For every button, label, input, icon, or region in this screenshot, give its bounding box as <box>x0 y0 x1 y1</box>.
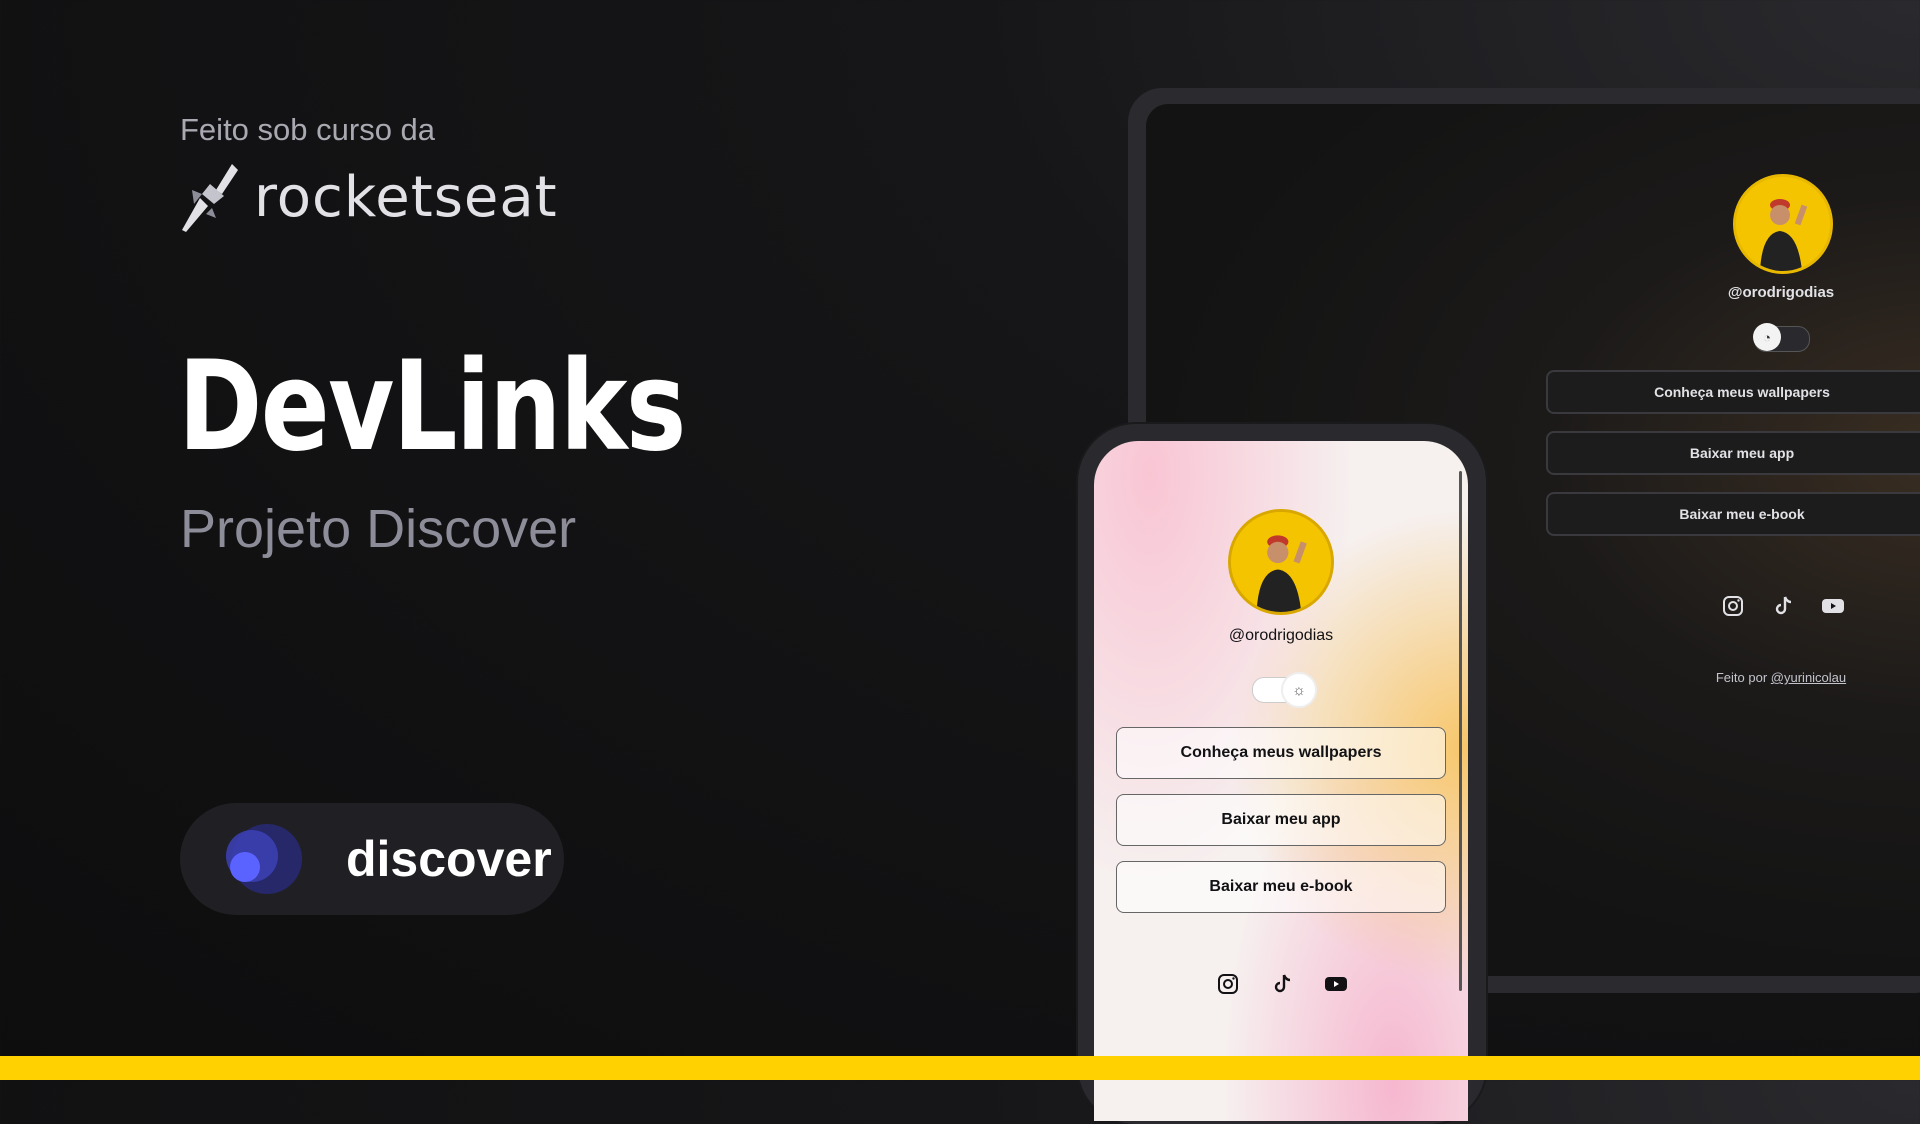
link-button-wallpapers[interactable]: Conheça meus wallpapers <box>1546 370 1920 414</box>
tiktok-icon[interactable] <box>1771 594 1795 618</box>
instagram-icon[interactable] <box>1216 972 1240 996</box>
link-button-ebook[interactable]: Baixar meu e-book <box>1546 492 1920 536</box>
youtube-icon[interactable] <box>1324 972 1348 996</box>
page-title: DevLinks <box>178 335 686 479</box>
link-button-app[interactable]: Baixar meu app <box>1546 431 1920 475</box>
social-links <box>1721 594 1845 618</box>
page-subtitle: Projeto Discover <box>180 499 577 559</box>
sun-icon: ☼ <box>1281 672 1317 708</box>
brand-wordmark: rocketseat <box>254 164 558 230</box>
moon-icon: ◔ <box>1753 323 1781 351</box>
social-links <box>1216 972 1348 996</box>
footer-credit: Feito por @yurinicolau <box>1666 670 1896 685</box>
phone-screen: @orodrigodias ☼ Conheça meus wallpapers … <box>1094 441 1468 1121</box>
link-button-wallpapers[interactable]: Conheça meus wallpapers <box>1116 727 1446 779</box>
instagram-icon[interactable] <box>1721 594 1745 618</box>
footer-prefix: Feito por <box>1715 670 1768 685</box>
accent-bar <box>0 1056 1920 1080</box>
theme-toggle[interactable]: ☼ <box>1252 672 1317 708</box>
discover-badge: discover <box>180 803 564 915</box>
theme-toggle[interactable]: ◔ <box>1753 323 1810 352</box>
discover-label: discover <box>346 831 552 887</box>
profile-handle: @orodrigodias <box>1727 284 1835 301</box>
link-button-app[interactable]: Baixar meu app <box>1116 794 1446 846</box>
rocketseat-logo: rocketseat <box>180 160 558 234</box>
scrollbar[interactable] <box>1459 471 1462 991</box>
made-under-text: Feito sob curso da <box>180 112 436 147</box>
link-button-ebook[interactable]: Baixar meu e-book <box>1116 861 1446 913</box>
profile-handle: @orodrigodias <box>1228 627 1334 644</box>
rocket-icon <box>182 164 238 232</box>
tiktok-icon[interactable] <box>1270 972 1294 996</box>
avatar <box>1733 174 1833 274</box>
footer-author-link[interactable]: @yurinicolau <box>1771 670 1846 685</box>
youtube-icon[interactable] <box>1821 594 1845 618</box>
avatar <box>1228 509 1334 615</box>
discover-logo-icon <box>226 820 304 898</box>
